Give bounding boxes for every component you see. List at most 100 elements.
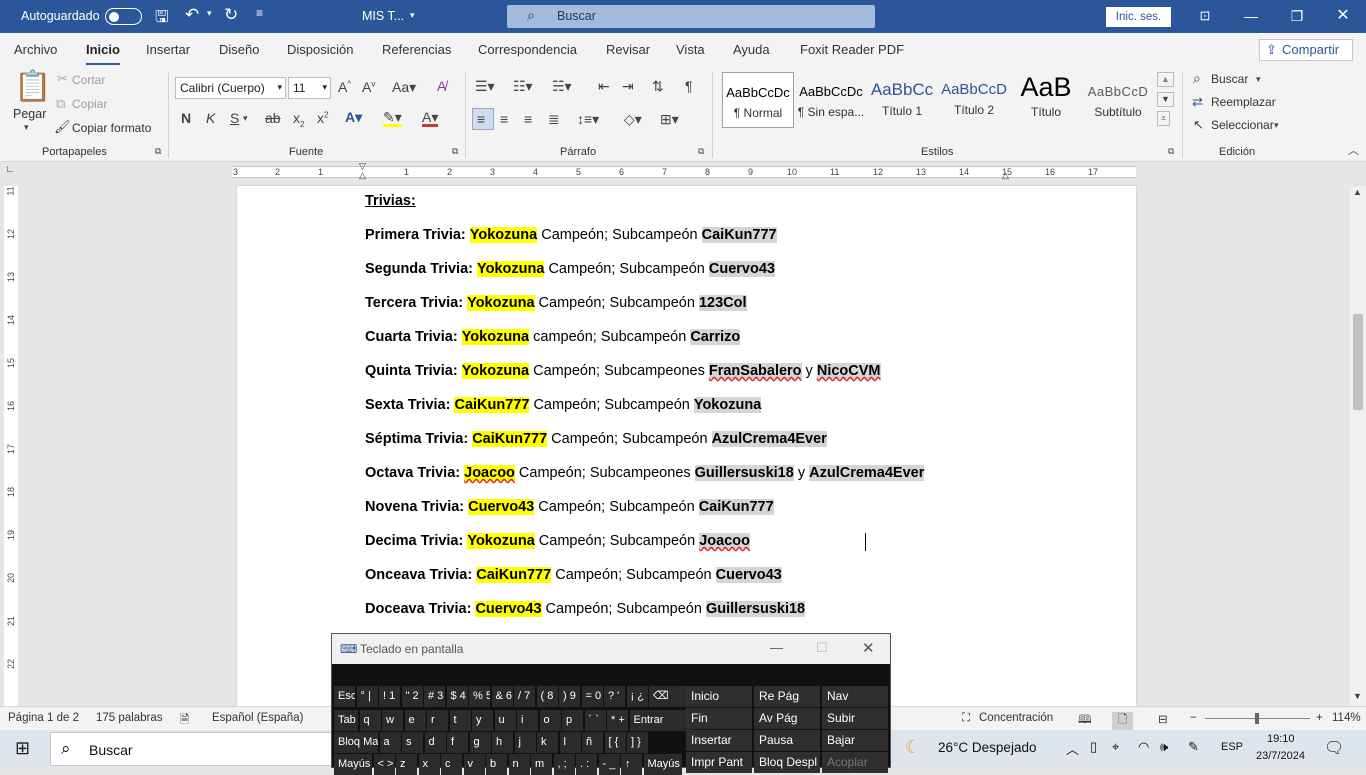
shrink-font-icon[interactable]: Av (362, 80, 375, 94)
scroll-down-icon[interactable]: ▼ (1353, 692, 1362, 701)
paste-dropdown-icon[interactable]: ▾ (24, 123, 29, 132)
osk-nav-key[interactable]: Pausa (754, 730, 820, 751)
restore-icon[interactable]: ❐ (1282, 4, 1312, 28)
osk-nav-key[interactable]: Inicio (686, 686, 752, 707)
style-subtitle[interactable]: AaBbCcD Subtítulo (1082, 72, 1154, 128)
osk-key[interactable]: m (531, 754, 552, 775)
osk-key[interactable]: i (517, 710, 538, 731)
osk-key[interactable]: z (396, 754, 417, 775)
osk-key[interactable]: ) 9 (559, 686, 580, 707)
increase-indent-icon[interactable]: ⇥ (622, 79, 634, 93)
scroll-up-icon[interactable]: ▲ (1353, 188, 1362, 197)
osk-key[interactable]: ¡ ¿ (626, 686, 648, 707)
osk-nav-key[interactable]: Insertar (686, 730, 752, 751)
style-normal[interactable]: AaBbCcDc ¶ Normal (722, 72, 794, 128)
osk-key[interactable]: n (508, 754, 530, 775)
osk-key[interactable]: < > (373, 754, 395, 775)
italic-icon[interactable]: K (206, 111, 215, 125)
select-button[interactable]: Seleccionar (1211, 118, 1274, 132)
osk-key[interactable]: $ 4 (446, 686, 468, 707)
align-right-icon[interactable]: ≡ (524, 112, 532, 126)
font-launcher-icon[interactable]: ⧉ (452, 147, 458, 156)
osk-key[interactable]: ⌫ (649, 686, 687, 707)
osk-nav-key[interactable]: Impr Pant (686, 752, 752, 773)
tab-correspondencia[interactable]: Correspondencia (478, 42, 577, 57)
font-color-icon[interactable]: A▾ (422, 110, 439, 127)
osk-key[interactable]: l (559, 732, 581, 753)
scroll-thumb[interactable] (1353, 314, 1363, 410)
osk-key[interactable]: e (404, 710, 426, 731)
shading-icon[interactable]: ◇▾ (624, 112, 642, 126)
find-dropdown-icon[interactable]: ▾ (1256, 75, 1261, 84)
tab-disposicion[interactable]: Disposición (287, 42, 353, 57)
style-heading-1[interactable]: AaBbCc Título 1 (866, 72, 938, 128)
style-heading-2[interactable]: AaBbCcD Título 2 (938, 72, 1010, 128)
clipboard-launcher-icon[interactable]: ⧉ (155, 147, 161, 156)
osk-key[interactable]: h (492, 732, 513, 753)
osk-key[interactable]: , ; (553, 754, 575, 775)
proofing-icon[interactable]: 🗎 (180, 712, 189, 731)
customize-toolbar-icon[interactable]: ≡ (256, 6, 263, 20)
style-title[interactable]: AaB Título (1010, 72, 1082, 128)
osk-key[interactable]: ° | (356, 686, 378, 707)
osk-key[interactable]: f (447, 732, 468, 753)
osk-minimize-icon[interactable]: — (770, 640, 783, 655)
zoom-in-icon[interactable]: + (1316, 712, 1323, 724)
osk-key[interactable]: ´ ` (584, 710, 606, 731)
search-box[interactable]: ⌕ Buscar (507, 5, 875, 28)
bold-icon[interactable]: N (181, 111, 191, 125)
paste-button[interactable]: Pegar (13, 107, 46, 121)
web-layout-icon[interactable]: ⊟ (1158, 712, 1168, 726)
numbering-icon[interactable]: ☷▾ (513, 79, 533, 93)
highlight-color-icon[interactable]: ✎▾ (383, 110, 402, 127)
osk-key[interactable]: ñ (582, 732, 603, 753)
osk-key[interactable]: x (418, 754, 440, 775)
right-indent-marker-icon[interactable]: △ (1002, 171, 1009, 180)
osk-key[interactable]: a (379, 732, 401, 753)
minimize-icon[interactable]: — (1236, 4, 1266, 28)
bullets-icon[interactable]: ☰▾ (475, 79, 495, 93)
show-hidden-icons-icon[interactable]: ︿ (1066, 739, 1079, 758)
font-family-select[interactable]: Calibri (Cuerpo) ▾ (175, 77, 286, 99)
styles-scroll-down-icon[interactable]: ▼ (1157, 92, 1174, 107)
close-icon[interactable]: ✕ (1328, 4, 1358, 28)
osk-title-bar[interactable]: ⌨ Teclado en pantalla — ☐ ✕ (332, 634, 890, 664)
osk-key[interactable]: = 0 (581, 686, 603, 707)
osk-key[interactable]: u (494, 710, 516, 731)
undo-dropdown-icon[interactable]: ▾ (207, 8, 212, 19)
clock-time[interactable]: 19:10 (1267, 733, 1295, 745)
tab-revisar[interactable]: Revisar (606, 42, 650, 57)
print-layout-icon[interactable]: 🗋 (1112, 712, 1134, 731)
osk-key[interactable]: Mayús (334, 754, 372, 775)
tab-diseno[interactable]: Diseño (219, 42, 259, 57)
document-title[interactable]: MIS T... (362, 9, 404, 23)
osk-key[interactable]: ? ' (604, 686, 625, 707)
osk-nav-key[interactable]: Fin (686, 708, 752, 729)
osk-key[interactable]: d (424, 732, 446, 753)
sort-icon[interactable]: ⇅ (652, 79, 664, 93)
find-button[interactable]: Buscar (1211, 72, 1248, 86)
focus-icon[interactable]: ⛶ (962, 712, 970, 725)
vertical-scrollbar[interactable]: ▲ ▼ (1350, 186, 1366, 706)
replace-button[interactable]: Reemplazar (1211, 95, 1276, 109)
save-icon[interactable]: 🖫 (155, 6, 169, 33)
osk-key[interactable]: c (441, 754, 462, 775)
osk-key[interactable]: t (449, 710, 471, 731)
osk-key[interactable]: w (382, 710, 403, 731)
osk-key[interactable]: # 3 (424, 686, 445, 707)
clear-formatting-icon[interactable]: A̸ (437, 79, 446, 93)
undo-icon[interactable]: ↶ (185, 5, 199, 25)
osk-key[interactable]: Bloq Mayús (334, 732, 378, 753)
notifications-icon[interactable]: 🗨 (1324, 738, 1344, 758)
input-language[interactable]: ESP (1221, 741, 1243, 753)
volume-icon[interactable]: 🕪 (1160, 739, 1168, 755)
osk-nav-key[interactable]: Re Pág (754, 686, 820, 707)
ribbon-display-icon[interactable]: ⊡ (1190, 4, 1220, 28)
subscript-icon[interactable]: x2 (293, 111, 304, 129)
osk-key[interactable]: v (463, 754, 485, 775)
change-case-icon[interactable]: Aa▾ (392, 80, 416, 94)
device-icon[interactable]: ▯ (1090, 739, 1097, 755)
weather-text[interactable]: 26°C Despejado (938, 740, 1036, 755)
justify-icon[interactable]: ≣ (548, 112, 560, 126)
styles-launcher-icon[interactable]: ⧉ (1168, 147, 1174, 156)
